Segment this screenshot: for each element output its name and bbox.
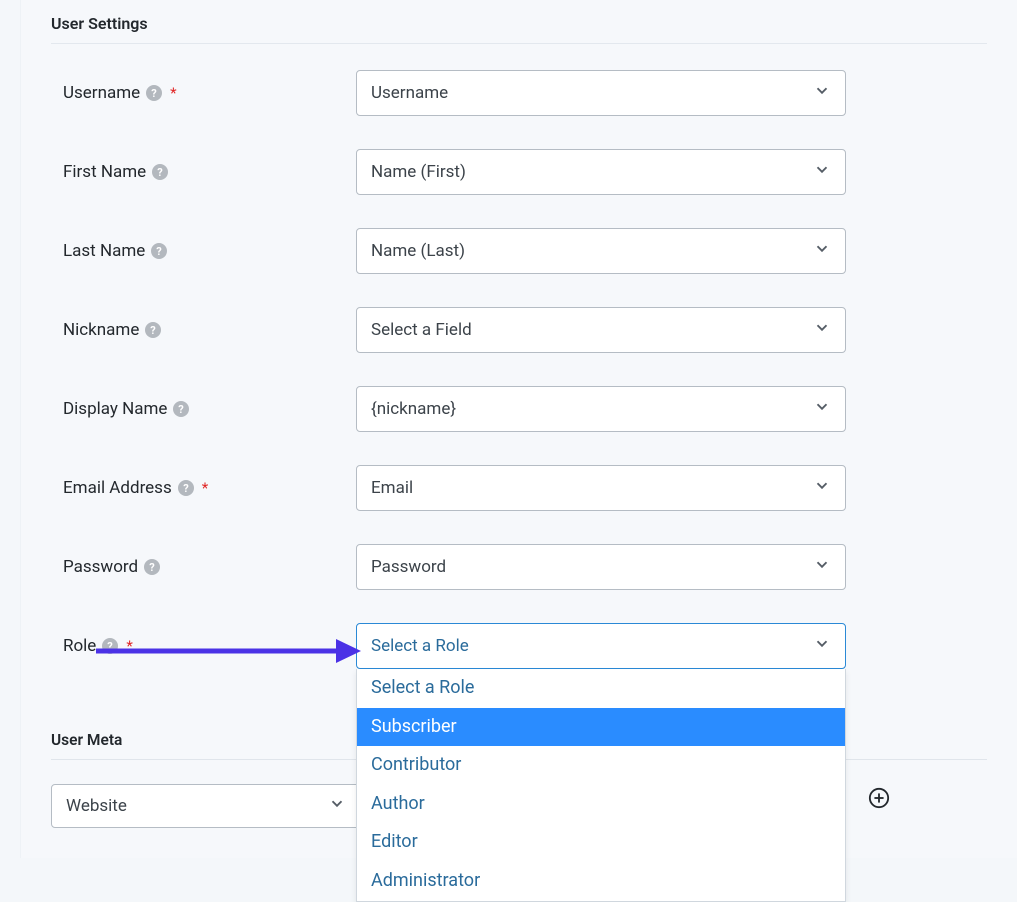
display-name-select[interactable]: {nickname}: [356, 386, 846, 432]
field-row-role: Role ? * Select a Role Select a RoleSubs…: [51, 623, 987, 669]
help-icon[interactable]: ?: [146, 85, 162, 101]
nickname-label: Nickname: [63, 320, 139, 340]
chevron-down-icon: [813, 82, 831, 105]
email-value: Email: [371, 478, 413, 498]
chevron-down-icon: [328, 795, 346, 818]
password-select[interactable]: Password: [356, 544, 846, 590]
required-indicator: *: [170, 84, 176, 102]
field-row-password: Password ? Password: [51, 544, 987, 590]
password-label: Password: [63, 557, 138, 577]
last-name-select[interactable]: Name (Last): [356, 228, 846, 274]
required-indicator: *: [202, 479, 208, 497]
email-label: Email Address: [63, 478, 172, 498]
svg-text:?: ?: [179, 403, 185, 416]
add-meta-button[interactable]: [868, 787, 890, 809]
svg-text:?: ?: [151, 87, 157, 100]
nickname-value: Select a Field: [371, 320, 472, 340]
field-row-display-name: Display Name ? {nickname}: [51, 386, 987, 432]
field-row-nickname: Nickname ? Select a Field: [51, 307, 987, 353]
role-option[interactable]: Subscriber: [357, 708, 845, 747]
role-option[interactable]: Author: [357, 785, 845, 824]
first-name-value: Name (First): [371, 162, 466, 182]
svg-text:?: ?: [151, 324, 157, 337]
field-row-email: Email Address ? * Email: [51, 465, 987, 511]
chevron-down-icon: [813, 556, 831, 579]
help-icon[interactable]: ?: [145, 322, 161, 338]
help-icon[interactable]: ?: [173, 401, 189, 417]
section-title: User Settings: [51, 14, 987, 44]
role-option[interactable]: Administrator: [357, 862, 845, 901]
role-option[interactable]: Contributor: [357, 746, 845, 785]
role-value: Select a Role: [371, 636, 469, 656]
chevron-down-icon: [813, 635, 831, 658]
svg-text:?: ?: [183, 482, 189, 495]
role-label: Role: [63, 636, 96, 656]
chevron-down-icon: [813, 398, 831, 421]
help-icon[interactable]: ?: [178, 480, 194, 496]
field-row-username: Username ? * Username: [51, 70, 987, 116]
help-icon[interactable]: ?: [144, 559, 160, 575]
username-label: Username: [63, 83, 140, 103]
last-name-label: Last Name: [63, 241, 145, 261]
user-meta-value: Website: [66, 796, 127, 816]
help-icon[interactable]: ?: [152, 164, 168, 180]
email-select[interactable]: Email: [356, 465, 846, 511]
username-value: Username: [371, 83, 448, 103]
chevron-down-icon: [813, 161, 831, 184]
chevron-down-icon: [813, 319, 831, 342]
chevron-down-icon: [813, 240, 831, 263]
role-dropdown: Select a RoleSubscriberContributorAuthor…: [356, 669, 846, 902]
field-row-last-name: Last Name ? Name (Last): [51, 228, 987, 274]
svg-text:?: ?: [108, 640, 114, 653]
field-row-first-name: First Name ? Name (First): [51, 149, 987, 195]
svg-text:?: ?: [149, 561, 155, 574]
first-name-label: First Name: [63, 162, 146, 182]
password-value: Password: [371, 557, 446, 577]
user-meta-select[interactable]: Website: [51, 784, 361, 828]
help-icon[interactable]: ?: [102, 638, 118, 654]
display-name-label: Display Name: [63, 399, 167, 419]
nickname-select[interactable]: Select a Field: [356, 307, 846, 353]
role-option[interactable]: Editor: [357, 823, 845, 862]
first-name-select[interactable]: Name (First): [356, 149, 846, 195]
svg-text:?: ?: [157, 245, 163, 258]
svg-text:?: ?: [157, 166, 163, 179]
role-option[interactable]: Select a Role: [357, 669, 845, 708]
chevron-down-icon: [813, 477, 831, 500]
display-name-value: {nickname}: [371, 399, 456, 419]
username-select[interactable]: Username: [356, 70, 846, 116]
role-select[interactable]: Select a Role: [356, 623, 846, 669]
required-indicator: *: [126, 637, 132, 655]
last-name-value: Name (Last): [371, 241, 465, 261]
help-icon[interactable]: ?: [151, 243, 167, 259]
